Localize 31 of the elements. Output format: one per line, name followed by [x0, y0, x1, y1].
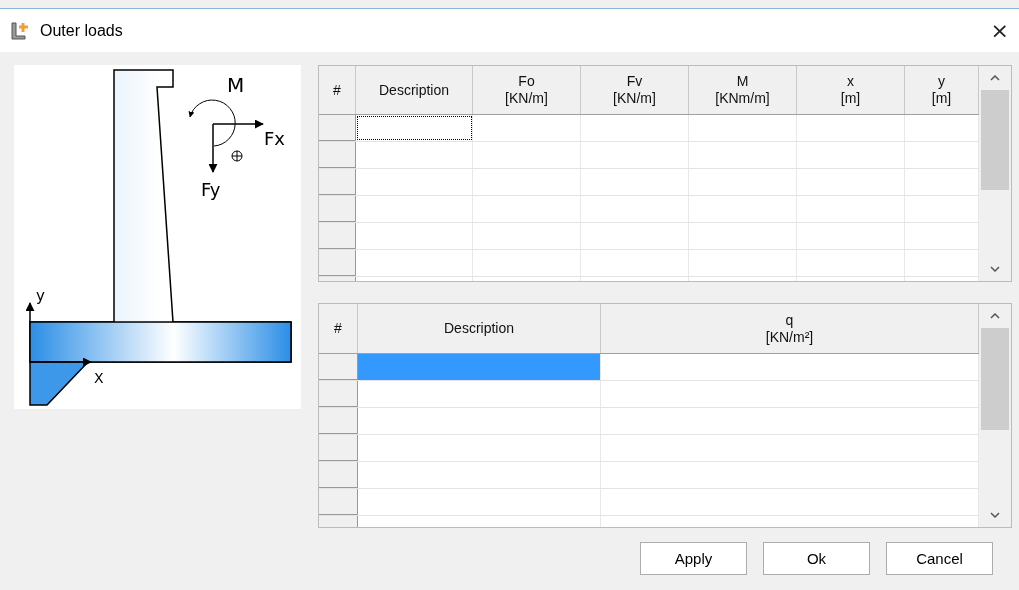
vertical-scrollbar[interactable] — [979, 66, 1011, 281]
ok-button[interactable]: Ok — [763, 542, 870, 575]
scrollbar-thumb[interactable] — [981, 90, 1009, 190]
column-header: # — [319, 66, 356, 114]
app-icon — [10, 20, 30, 41]
table-cell[interactable] — [358, 354, 601, 380]
window-title: Outer loads — [40, 21, 124, 40]
fy-label: Fy — [201, 179, 221, 200]
table-cell[interactable] — [356, 115, 473, 141]
cancel-button[interactable]: Cancel — [886, 542, 993, 575]
x-axis-label: X — [94, 370, 104, 386]
fx-label: Fx — [264, 128, 285, 149]
moment-arrow — [188, 99, 236, 147]
column-header: Fo [KN/m] — [473, 66, 581, 114]
scrollbar-thumb[interactable] — [981, 328, 1009, 430]
close-button[interactable]: × — [982, 18, 1017, 43]
apply-button[interactable]: Apply — [640, 542, 747, 575]
y-axis-label: y — [36, 287, 45, 305]
x-axis-arrow — [29, 357, 92, 367]
column-header: Description — [358, 304, 601, 353]
y-axis-arrow — [25, 302, 35, 323]
fx-arrow — [212, 119, 264, 129]
moment-label: M — [227, 73, 245, 97]
column-header: Fv [KN/m] — [581, 66, 689, 114]
column-header: M [KNm/m] — [689, 66, 797, 114]
column-header: # — [319, 304, 358, 353]
vertical-scrollbar[interactable] — [979, 304, 1011, 527]
fy-arrow — [208, 123, 218, 173]
column-header: x [m] — [797, 66, 905, 114]
plus-circle-icon — [231, 150, 243, 162]
column-header: Description — [356, 66, 473, 114]
